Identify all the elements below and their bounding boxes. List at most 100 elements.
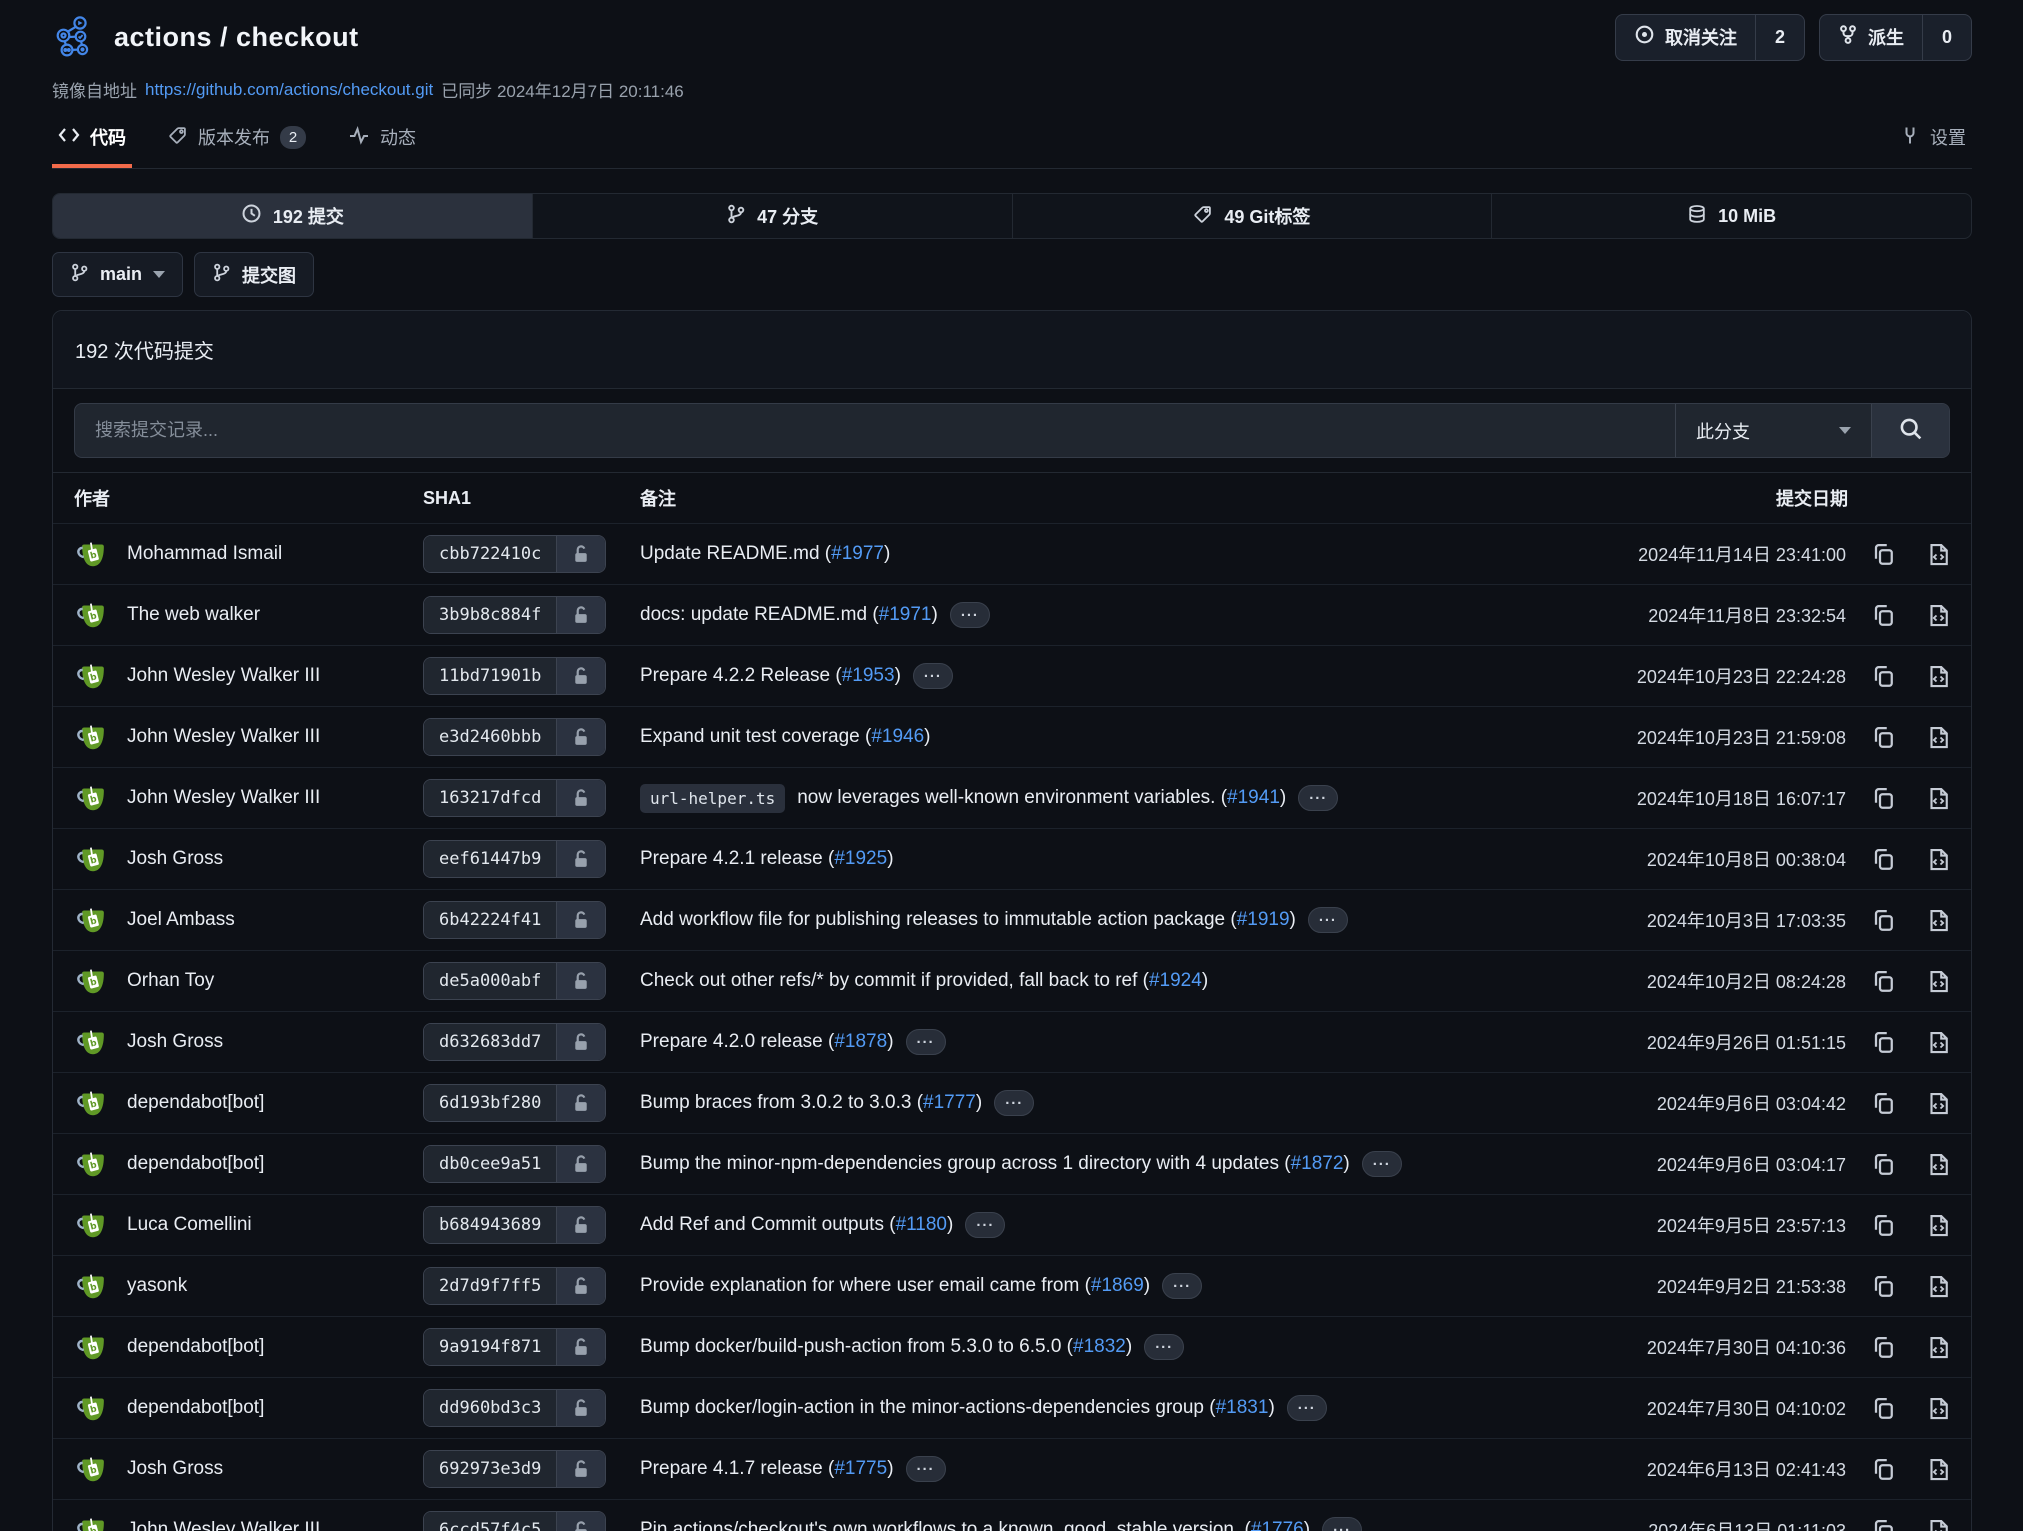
pr-link[interactable]: #1946 bbox=[871, 726, 924, 747]
copy-sha-button[interactable] bbox=[1871, 786, 1896, 811]
pr-link[interactable]: #1869 bbox=[1091, 1275, 1144, 1296]
expand-commit-button[interactable]: ··· bbox=[965, 1212, 1005, 1238]
browse-source-button[interactable] bbox=[1926, 1457, 1951, 1482]
browse-source-button[interactable] bbox=[1926, 1213, 1951, 1238]
copy-sha-button[interactable] bbox=[1871, 1091, 1896, 1116]
commit-author-cell[interactable]: b yasonk bbox=[74, 1267, 423, 1305]
branch-filter-select[interactable]: 此分支 bbox=[1675, 404, 1871, 457]
commit-author-cell[interactable]: b Mohammad Ismail bbox=[74, 535, 423, 573]
commit-sha-badge[interactable]: de5a000abf bbox=[423, 962, 606, 1000]
browse-source-button[interactable] bbox=[1926, 1518, 1951, 1531]
expand-commit-button[interactable]: ··· bbox=[906, 1456, 946, 1482]
commit-author-cell[interactable]: b Josh Gross bbox=[74, 840, 423, 878]
commit-sha-badge[interactable]: 3b9b8c884f bbox=[423, 596, 606, 634]
commit-author-cell[interactable]: b The web walker bbox=[74, 596, 423, 634]
copy-sha-button[interactable] bbox=[1871, 1030, 1896, 1055]
stat-size[interactable]: 10 MiB bbox=[1491, 194, 1971, 238]
expand-commit-button[interactable]: ··· bbox=[1322, 1517, 1362, 1531]
copy-sha-button[interactable] bbox=[1871, 725, 1896, 750]
expand-commit-button[interactable]: ··· bbox=[1298, 785, 1338, 811]
commit-message-link[interactable]: Update README.md (#1977) bbox=[640, 543, 890, 565]
copy-sha-button[interactable] bbox=[1871, 1518, 1896, 1531]
expand-commit-button[interactable]: ··· bbox=[1362, 1151, 1402, 1177]
commit-message-link[interactable]: Bump the minor-npm-dependencies group ac… bbox=[640, 1153, 1350, 1175]
commit-sha-badge[interactable]: 6d193bf280 bbox=[423, 1084, 606, 1122]
copy-sha-button[interactable] bbox=[1871, 1457, 1896, 1482]
copy-sha-button[interactable] bbox=[1871, 1274, 1896, 1299]
pr-link[interactable]: #1941 bbox=[1227, 787, 1280, 808]
pr-link[interactable]: #1924 bbox=[1149, 970, 1202, 991]
pr-link[interactable]: #1831 bbox=[1216, 1397, 1269, 1418]
commit-message-link[interactable]: Prepare 4.2.2 Release (#1953) bbox=[640, 665, 901, 687]
commit-author-cell[interactable]: b Joel Ambass bbox=[74, 901, 423, 939]
browse-source-button[interactable] bbox=[1926, 603, 1951, 628]
pr-link[interactable]: #1872 bbox=[1291, 1153, 1344, 1174]
copy-sha-button[interactable] bbox=[1871, 1213, 1896, 1238]
commit-sha-badge[interactable]: eef61447b9 bbox=[423, 840, 606, 878]
commit-author-cell[interactable]: b Josh Gross bbox=[74, 1023, 423, 1061]
browse-source-button[interactable] bbox=[1926, 908, 1951, 933]
unwatch-button[interactable]: 取消关注 bbox=[1616, 15, 1755, 60]
pr-link[interactable]: #1180 bbox=[896, 1214, 947, 1235]
mirror-url-link[interactable]: https://github.com/actions/checkout.git bbox=[145, 80, 433, 100]
commit-author-cell[interactable]: b John Wesley Walker III bbox=[74, 718, 423, 756]
commit-sha-badge[interactable]: 2d7d9f7ff5 bbox=[423, 1267, 606, 1305]
commit-sha-badge[interactable]: b684943689 bbox=[423, 1206, 606, 1244]
pr-link[interactable]: #1777 bbox=[923, 1092, 976, 1113]
commit-sha-badge[interactable]: 163217dfcd bbox=[423, 779, 606, 817]
commit-author-cell[interactable]: b John Wesley Walker III bbox=[74, 1511, 423, 1531]
repo-title[interactable]: actions / checkout bbox=[114, 22, 359, 53]
pr-link[interactable]: #1925 bbox=[834, 848, 887, 869]
watchers-count[interactable]: 2 bbox=[1755, 15, 1804, 60]
branch-selector[interactable]: main bbox=[52, 252, 183, 297]
commit-message-link[interactable]: Provide explanation for where user email… bbox=[640, 1275, 1150, 1297]
browse-source-button[interactable] bbox=[1926, 1396, 1951, 1421]
commit-message-link[interactable]: Prepare 4.2.0 release (#1878) bbox=[640, 1031, 894, 1053]
browse-source-button[interactable] bbox=[1926, 1030, 1951, 1055]
commit-message-link[interactable]: Expand unit test coverage (#1946) bbox=[640, 726, 930, 748]
commit-sha-badge[interactable]: 6ccd57f4c5 bbox=[423, 1511, 606, 1531]
commit-author-cell[interactable]: b dependabot[bot] bbox=[74, 1145, 423, 1183]
copy-sha-button[interactable] bbox=[1871, 908, 1896, 933]
copy-sha-button[interactable] bbox=[1871, 1396, 1896, 1421]
copy-sha-button[interactable] bbox=[1871, 1152, 1896, 1177]
expand-commit-button[interactable]: ··· bbox=[1287, 1395, 1327, 1421]
commit-message-link[interactable]: Prepare 4.1.7 release (#1775) bbox=[640, 1458, 894, 1480]
commit-author-cell[interactable]: b Orhan Toy bbox=[74, 962, 423, 1000]
commit-message-link[interactable]: Prepare 4.2.1 release (#1925) bbox=[640, 848, 894, 870]
browse-source-button[interactable] bbox=[1926, 1274, 1951, 1299]
commit-message-link[interactable]: Bump docker/login-action in the minor-ac… bbox=[640, 1397, 1275, 1419]
expand-commit-button[interactable]: ··· bbox=[913, 663, 953, 689]
commit-author-cell[interactable]: b John Wesley Walker III bbox=[74, 657, 423, 695]
commit-message-link[interactable]: Add workflow file for publishing release… bbox=[640, 909, 1296, 931]
expand-commit-button[interactable]: ··· bbox=[906, 1029, 946, 1055]
browse-source-button[interactable] bbox=[1926, 1152, 1951, 1177]
commit-message-link[interactable]: docs: update README.md (#1971) bbox=[640, 604, 938, 626]
commit-sha-badge[interactable]: dd960bd3c3 bbox=[423, 1389, 606, 1427]
commit-message-link[interactable]: Bump docker/build-push-action from 5.3.0… bbox=[640, 1336, 1132, 1358]
pr-link[interactable]: #1977 bbox=[831, 543, 884, 564]
pr-link[interactable]: #1971 bbox=[879, 604, 932, 625]
commit-author-cell[interactable]: b dependabot[bot] bbox=[74, 1389, 423, 1427]
commit-message-link[interactable]: Pin actions/checkout's own workflows to … bbox=[640, 1519, 1310, 1531]
commit-sha-badge[interactable]: db0cee9a51 bbox=[423, 1145, 606, 1183]
expand-commit-button[interactable]: ··· bbox=[994, 1090, 1034, 1116]
commit-author-cell[interactable]: b Luca Comellini bbox=[74, 1206, 423, 1244]
commit-sha-badge[interactable]: 692973e3d9 bbox=[423, 1450, 606, 1488]
commit-sha-badge[interactable]: 9a9194f871 bbox=[423, 1328, 606, 1366]
stat-commits[interactable]: 192 提交 bbox=[53, 194, 532, 238]
expand-commit-button[interactable]: ··· bbox=[1308, 907, 1348, 933]
pr-link[interactable]: #1878 bbox=[834, 1031, 887, 1052]
commit-message-link[interactable]: Check out other refs/* by commit if prov… bbox=[640, 970, 1208, 992]
commit-search-input[interactable] bbox=[75, 404, 1675, 457]
commit-author-cell[interactable]: b John Wesley Walker III bbox=[74, 779, 423, 817]
browse-source-button[interactable] bbox=[1926, 1091, 1951, 1116]
copy-sha-button[interactable] bbox=[1871, 847, 1896, 872]
browse-source-button[interactable] bbox=[1926, 786, 1951, 811]
commit-graph-button[interactable]: 提交图 bbox=[194, 252, 314, 297]
expand-commit-button[interactable]: ··· bbox=[950, 602, 990, 628]
pr-link[interactable]: #1919 bbox=[1237, 909, 1290, 930]
commit-sha-badge[interactable]: d632683dd7 bbox=[423, 1023, 606, 1061]
browse-source-button[interactable] bbox=[1926, 725, 1951, 750]
commit-sha-badge[interactable]: cbb722410c bbox=[423, 535, 606, 573]
